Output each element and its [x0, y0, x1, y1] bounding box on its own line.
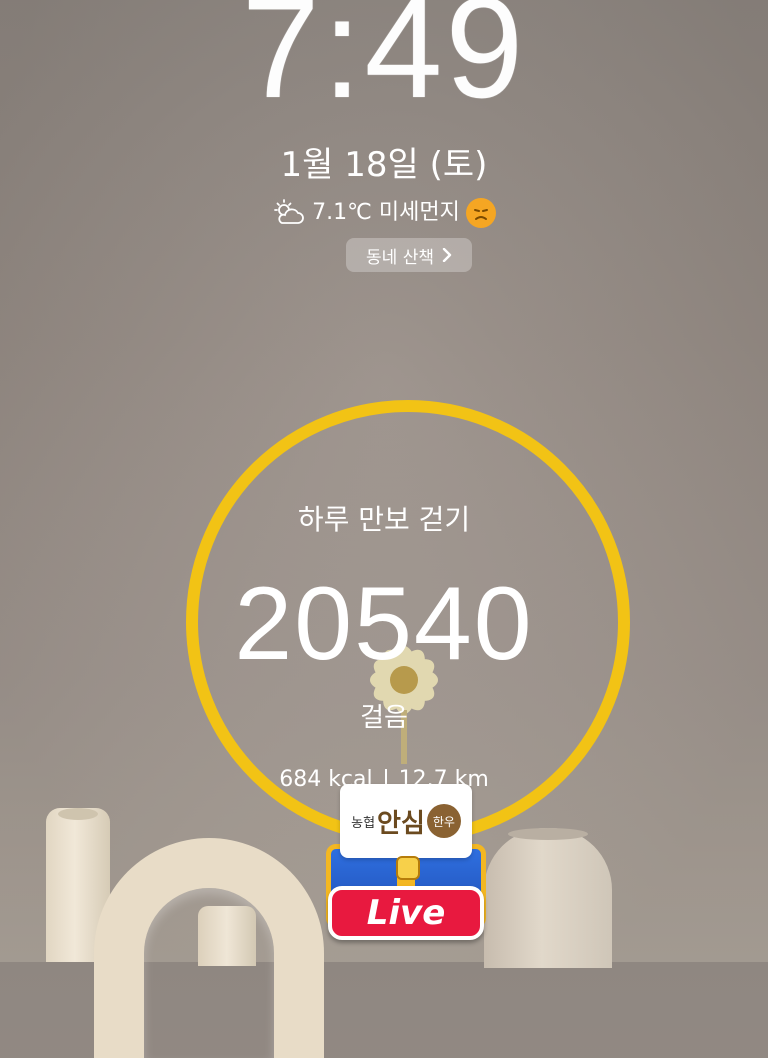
live-shopping-badge[interactable]: 농협 안심 한우 Live [318, 782, 498, 944]
chest-lock-icon [396, 856, 420, 880]
brand-card: 농협 안심 한우 [340, 784, 472, 858]
partly-cloudy-sun-icon [272, 199, 306, 227]
brand-suffix: 한우 [426, 804, 461, 838]
weather-text: 7.1℃ 미세먼지 [312, 200, 460, 225]
steps-widget-title: 하루 만보 걷기 [297, 503, 471, 536]
bad-face-icon [465, 198, 496, 228]
neighborhood-walk-chip[interactable]: 동네 산책 [346, 238, 472, 272]
arch-sculpture [94, 838, 324, 1058]
live-label: Live [328, 886, 484, 940]
clock-time: 7:49 [241, 0, 527, 128]
vase-left [46, 808, 110, 962]
weather-row: 7.1℃ 미세먼지 [0, 196, 768, 230]
steps-count: 20540 [234, 566, 534, 682]
lockscreen-date: 1월 18일 (토) [280, 145, 488, 185]
steps-unit: 걸음 [360, 703, 408, 733]
brand-main: 안심 [377, 808, 425, 839]
brand-prefix: 농협 [351, 815, 376, 831]
lockscreen-clock: 7:49 [0, 0, 768, 128]
chevron-right-icon [442, 248, 452, 262]
vase-right [484, 828, 612, 968]
chip-label: 동네 산책 [366, 247, 434, 268]
vase-small [198, 906, 256, 966]
